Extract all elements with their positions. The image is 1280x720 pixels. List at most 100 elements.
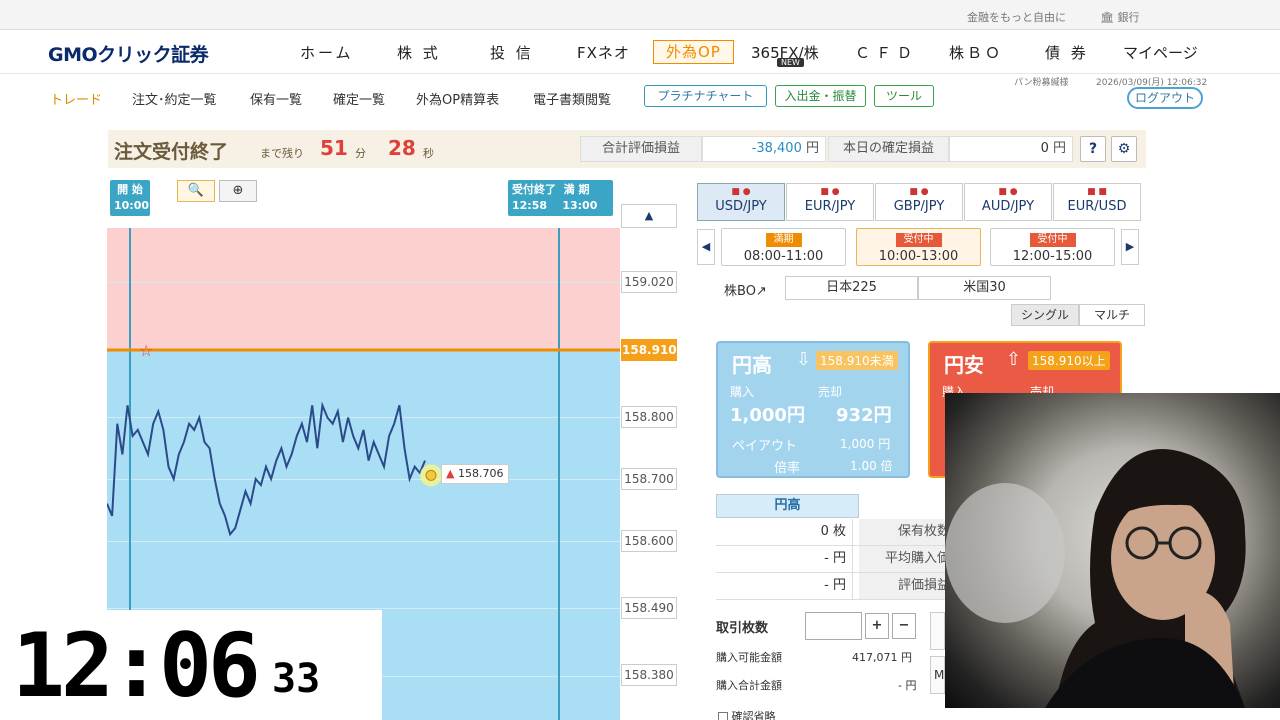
tab-us30[interactable]: 米国30 xyxy=(918,276,1051,300)
subnav-trade[interactable]: トレード xyxy=(50,89,102,108)
nav-cfd[interactable]: ＣＦＤ xyxy=(855,42,918,63)
streamer-silhouette xyxy=(945,449,1246,708)
confirm-skip[interactable]: 確認省略 xyxy=(718,708,776,720)
nav-funds[interactable]: 投 信 xyxy=(490,42,534,63)
tab-single[interactable]: シングル xyxy=(1011,304,1079,326)
session-tab-3[interactable]: 受付中 12:00-15:00 xyxy=(990,228,1115,266)
tab-nikkei225[interactable]: 日本225 xyxy=(785,276,918,300)
zoom-in-icon[interactable]: ⊕ xyxy=(219,180,257,202)
tools-button[interactable]: ツール xyxy=(874,85,934,107)
subnav-settled[interactable]: 確定一覧 xyxy=(333,89,385,108)
tab-multi[interactable]: マルチ xyxy=(1079,304,1145,326)
nav-stocks[interactable]: 株 式 xyxy=(397,42,441,63)
nav-365fx[interactable]: 365FX/株 xyxy=(751,42,819,63)
subnav-documents[interactable]: 電子書類閲覧 xyxy=(533,89,611,108)
ratio-value: 1.00 倍 xyxy=(850,459,893,473)
card-low-title: 円安 xyxy=(944,353,984,377)
card-high-title: 円高 xyxy=(732,353,772,377)
next-session-icon[interactable]: ▶ xyxy=(1121,229,1139,265)
logout-button[interactable]: ログアウト xyxy=(1127,87,1203,109)
subnav-settlement[interactable]: 外為OP精算表 xyxy=(416,89,499,108)
up-arrow-icon: ▲ xyxy=(446,467,455,480)
scale-tick-target: 158.910 xyxy=(621,339,677,361)
clock-overlay: 12:06 33 xyxy=(0,610,382,720)
card-low-condition: 158.910以上 xyxy=(1028,351,1110,370)
nav-fx-option[interactable]: 外為OP xyxy=(653,40,734,64)
total-value: - 円 xyxy=(898,679,917,692)
subnav-holdings[interactable]: 保有一覧 xyxy=(250,89,302,108)
platinum-chart-button[interactable]: プラチナチャート xyxy=(644,85,767,107)
flag-icon: ■ ● xyxy=(909,187,929,197)
positions-header: 円高 xyxy=(716,494,859,518)
qty-minus-button[interactable]: − xyxy=(892,613,916,639)
qty-input[interactable] xyxy=(805,612,862,640)
nav-fxneo[interactable]: FXネオ xyxy=(577,42,630,63)
bank-link[interactable]: 🏛 銀行 xyxy=(1100,9,1139,25)
yen-high-card[interactable]: 円高 ⇩ 158.910未満 購入 売却 1,000円 932円 ペイアウト 1… xyxy=(716,341,910,478)
pair-gbpjpy[interactable]: ■ ● GBP/JPY xyxy=(875,183,963,221)
total-pl-value: -38,400 円 xyxy=(702,136,826,162)
nav-home[interactable]: ホーム xyxy=(300,42,354,63)
flag-icon: ■ ● xyxy=(998,187,1018,197)
payout-label: ペイアウト xyxy=(732,439,798,454)
down-arrow-icon: ⇩ xyxy=(796,349,812,370)
subnav-orders[interactable]: 注文･約定一覧 xyxy=(132,89,217,108)
payout-value: 1,000 円 xyxy=(840,437,891,451)
avail-label: 購入可能金額 xyxy=(716,651,782,664)
pair-eurusd[interactable]: ■ ■ EUR/USD xyxy=(1053,183,1141,221)
up-arrow-icon: ⇧ xyxy=(1006,349,1022,370)
flag-icon: ■ ■ xyxy=(1087,187,1107,197)
daily-pl-value: 0 円 xyxy=(949,136,1073,162)
nav-mypage[interactable]: マイページ xyxy=(1123,42,1198,63)
prev-session-icon[interactable]: ◀ xyxy=(697,229,715,265)
session-tab-1[interactable]: 満期 08:00-11:00 xyxy=(721,228,846,266)
bank-icon: 🏛 xyxy=(1100,11,1114,24)
scale-tick: 158.380 xyxy=(621,664,677,686)
pair-eurjpy[interactable]: ■ ● EUR/JPY xyxy=(786,183,874,221)
status-bar: 注文受付終了 まで残り 51 分 28 秒 合計評価損益 -38,400 円 本… xyxy=(108,130,1146,168)
side-button[interactable] xyxy=(930,612,945,650)
user-name: パン粉募緘様 xyxy=(1014,78,1069,88)
current-price-dot xyxy=(425,469,437,481)
gear-icon[interactable]: ⚙ xyxy=(1111,136,1137,162)
nav-bonds[interactable]: 債 券 xyxy=(1045,42,1089,63)
remaining-seconds: 28 xyxy=(388,136,416,160)
price-series-line xyxy=(107,401,426,537)
total-label: 購入合計金額 xyxy=(716,679,782,692)
pair-audjpy[interactable]: ■ ● AUD/JPY xyxy=(964,183,1052,221)
sub-nav: トレード 注文･約定一覧 保有一覧 確定一覧 外為OP精算表 電子書類閲覧 プラ… xyxy=(0,75,1280,123)
ratio-label: 倍率 xyxy=(774,461,801,476)
qty-plus-button[interactable]: + xyxy=(865,613,889,639)
buy-price[interactable]: 1,000円 xyxy=(730,401,805,427)
brand-logo[interactable]: GMOクリック証券 xyxy=(48,40,209,67)
table-row: 0 枚保有枚数 xyxy=(716,519,954,546)
remaining-label: まで残り xyxy=(260,147,304,160)
pair-usdjpy[interactable]: ■ ● USD/JPY xyxy=(697,183,785,221)
bank-label: 銀行 xyxy=(1117,11,1140,24)
tagline: 金融をもっと自由に xyxy=(967,11,1066,24)
sell-price[interactable]: 932円 xyxy=(836,401,892,427)
session-tab-2[interactable]: 受付中 10:00-13:00 xyxy=(856,228,981,266)
deposit-button[interactable]: 入出金・振替 xyxy=(775,85,866,107)
scale-tick: 158.600 xyxy=(621,530,677,552)
main-nav: GMOクリック証券 ホーム 株 式 投 信 FXネオ 外為OP NEW 365F… xyxy=(0,30,1280,74)
stock-bo-link[interactable]: 株BO↗ xyxy=(724,280,767,299)
order-status: 注文受付終了 xyxy=(114,141,229,163)
confirm-checkbox[interactable] xyxy=(718,712,728,720)
star-icon: ☆ xyxy=(139,341,153,360)
seconds-unit: 秒 xyxy=(423,147,434,160)
table-row: - 円平均購入価 xyxy=(716,546,954,573)
webcam-overlay xyxy=(945,393,1280,708)
help-icon[interactable]: ? xyxy=(1080,136,1106,162)
clock-hours-minutes: 12:06 xyxy=(12,614,261,717)
scale-tick: 158.700 xyxy=(621,468,677,490)
nav-stock-bo[interactable]: 株ＢＯ xyxy=(949,42,1003,63)
m-button[interactable]: M xyxy=(930,656,945,694)
zoom-out-icon[interactable]: 🔍 xyxy=(177,180,215,202)
scale-up-button[interactable]: ▲ xyxy=(621,204,677,228)
cutoff-expiry-tag: 受付終了 満 期 12:58 13:00 xyxy=(508,180,613,216)
qty-label: 取引枚数 xyxy=(716,621,769,636)
table-row: - 円評価損益 xyxy=(716,573,954,600)
daily-pl-label: 本日の確定損益 xyxy=(828,136,949,162)
remaining-minutes: 51 xyxy=(320,136,348,160)
